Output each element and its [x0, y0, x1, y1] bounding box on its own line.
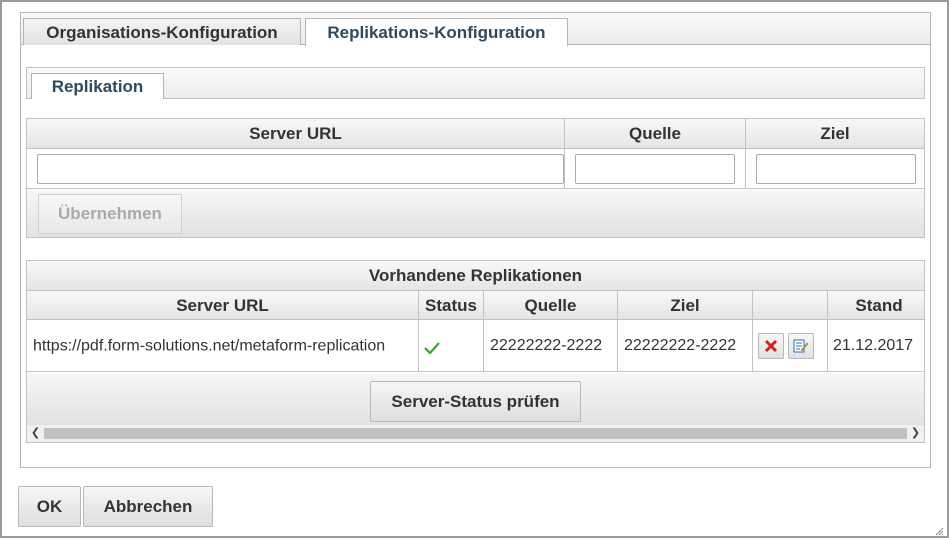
config-tabs-panel: Organisations-Konfiguration Replikations… [20, 12, 931, 468]
scroll-right-arrow-icon[interactable]: ❯ [907, 425, 924, 442]
tab-replikations-konfiguration[interactable]: Replikations-Konfiguration [305, 18, 568, 46]
resize-grip-icon[interactable] [934, 523, 944, 536]
quelle-input[interactable] [575, 154, 735, 184]
horizontal-scrollbar[interactable]: ❮ ❯ [27, 425, 924, 442]
replication-dialog: Organisations-Konfiguration Replikations… [0, 0, 949, 538]
cell-actions [753, 320, 828, 372]
ziel-value: 22222222-2222 [624, 337, 737, 354]
form-header-ziel: Ziel [820, 124, 850, 143]
cancel-button[interactable]: Abbrechen [83, 486, 213, 527]
tab-organisations-konfiguration[interactable]: Organisations-Konfiguration [23, 18, 301, 45]
grid-footer: Server-Status prüfen [27, 373, 924, 425]
column-header-server-url[interactable]: Server URL [27, 291, 419, 320]
delete-button[interactable] [758, 333, 784, 359]
replication-config-content: Replikation Server URL Quelle Ziel Übern… [21, 46, 930, 467]
cell-ziel: 22222222-2222 [618, 320, 753, 372]
server-url-value: https://pdf.form-solutions.net/metaform-… [33, 337, 386, 355]
ziel-input[interactable] [756, 154, 916, 184]
quelle-value: 22222222-2222 [490, 337, 603, 354]
checkmark-icon [423, 339, 441, 357]
tab-replikation[interactable]: Replikation [31, 73, 164, 99]
form-button-row: Übernehmen [27, 190, 924, 237]
cell-stand: 21.12.2017 [828, 320, 924, 372]
form-header-row: Server URL Quelle Ziel [27, 119, 924, 149]
form-header-server-url: Server URL [27, 119, 565, 149]
apply-button[interactable]: Übernehmen [38, 194, 182, 234]
ok-button[interactable]: OK [18, 486, 81, 527]
edit-button[interactable] [788, 333, 814, 359]
column-header-status[interactable]: Status [419, 291, 484, 320]
form-input-row [27, 149, 924, 189]
column-header-ziel[interactable]: Ziel [618, 291, 753, 320]
scrollbar-thumb[interactable] [44, 428, 907, 439]
inner-tab-bar: Replikation [26, 67, 925, 99]
check-server-status-button[interactable]: Server-Status prüfen [370, 381, 581, 422]
config-tab-bar: Organisations-Konfiguration Replikations… [21, 13, 930, 46]
quelle-cell [565, 149, 746, 189]
cell-quelle: 22222222-2222 [484, 320, 618, 372]
column-header-actions [753, 291, 828, 320]
column-header-quelle[interactable]: Quelle [484, 291, 618, 320]
ziel-cell [746, 149, 924, 189]
server-url-input[interactable] [37, 154, 564, 184]
existing-replications-grid: Vorhandene Replikationen Server URL Stat… [26, 260, 925, 443]
new-replication-form: Server URL Quelle Ziel Übernehmen [26, 118, 925, 238]
stand-value: 21.12.2017 [833, 337, 914, 354]
delete-x-icon [764, 339, 778, 353]
form-header-quelle: Quelle [565, 119, 746, 149]
cell-server-url: https://pdf.form-solutions.net/metaform-… [27, 320, 419, 372]
column-header-stand[interactable]: Stand [828, 291, 924, 320]
table-row[interactable]: https://pdf.form-solutions.net/metaform-… [27, 320, 924, 372]
grid-header-row: Server URL Status Quelle Ziel Stand [27, 291, 924, 320]
cell-status [419, 320, 484, 372]
edit-icon [793, 338, 809, 354]
scroll-left-arrow-icon[interactable]: ❮ [27, 425, 44, 442]
server-url-cell [27, 149, 565, 189]
grid-caption: Vorhandene Replikationen [27, 261, 924, 291]
